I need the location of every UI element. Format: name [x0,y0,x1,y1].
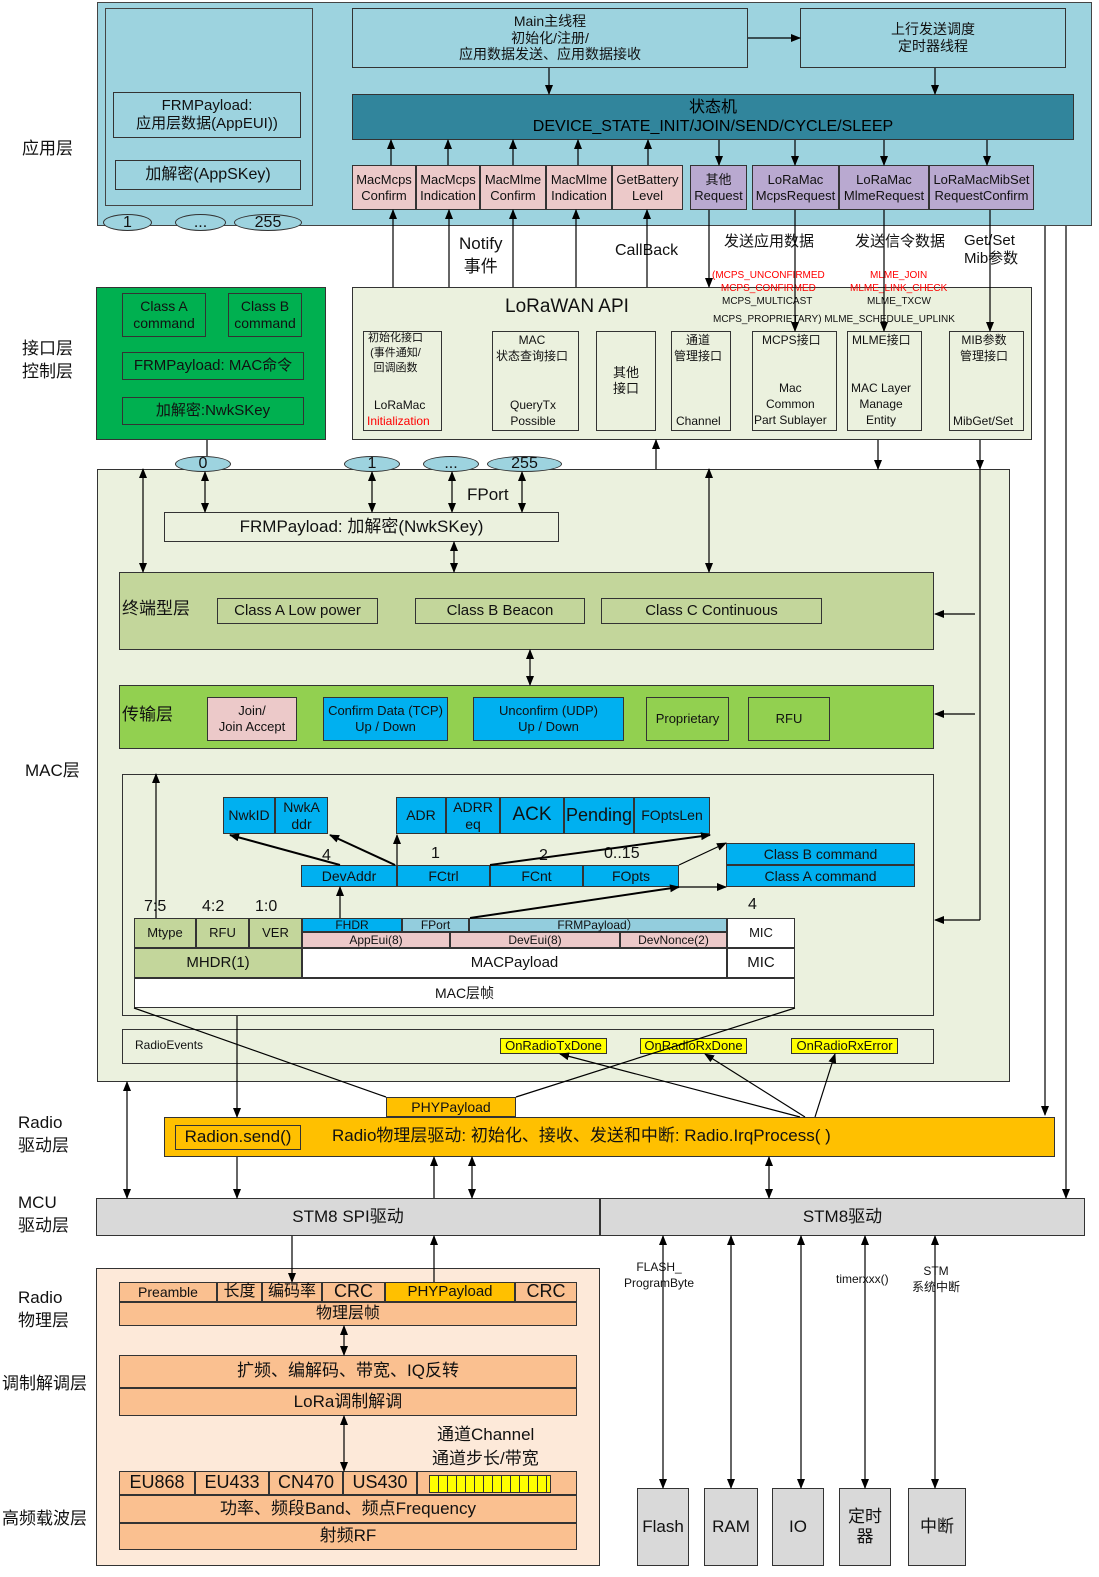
arrow [678,842,727,866]
arrow [329,834,396,866]
arrow [489,832,711,866]
arrow [559,1052,801,1118]
arrow [469,884,680,919]
arrow [814,1053,837,1118]
arrow [133,1007,387,1098]
connector-arrows [123,34,1070,1489]
arrow [229,833,341,866]
arrow [704,1053,806,1118]
lorawan-architecture-diagram: FRMPayload: 应用层数据(AppEUI)) 加解密(AppSKey) 1.… [0,0,1099,1577]
